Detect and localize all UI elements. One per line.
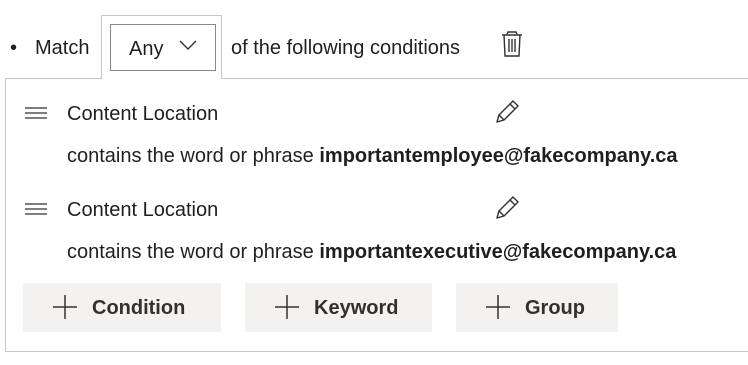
condition-group: • Match Any of the following conditions … (0, 0, 748, 365)
chevron-down-icon (179, 40, 197, 50)
match-label: Match (35, 37, 90, 59)
following-conditions-label: of the following conditions (231, 37, 461, 59)
conditions-panel (5, 78, 748, 352)
bullet: • (10, 37, 18, 59)
match-type-select[interactable]: Any (110, 24, 216, 71)
match-type-value: Any (129, 38, 164, 60)
trash-icon[interactable] (501, 31, 523, 57)
